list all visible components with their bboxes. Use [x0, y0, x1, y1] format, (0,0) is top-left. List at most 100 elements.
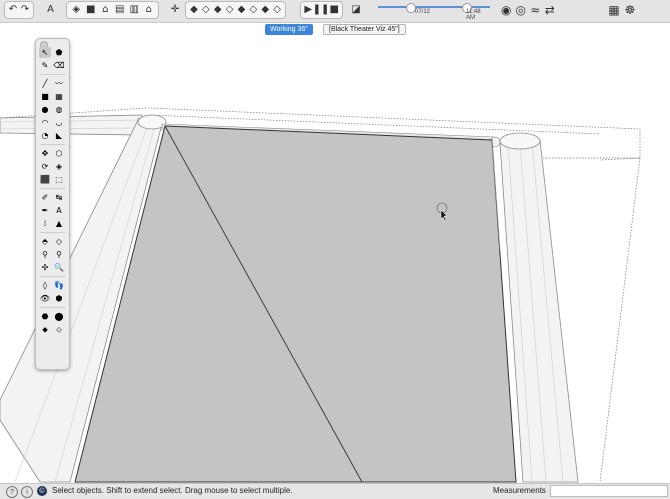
toolbar-group2-button-1[interactable]: A	[44, 3, 57, 17]
text-tool-group: A	[41, 1, 63, 19]
palette-separator	[40, 232, 65, 233]
tab-working[interactable]: Working 36"	[265, 24, 313, 35]
animation-timeline[interactable]: 07/12 11:48 AM	[378, 3, 490, 21]
toolbar-group3-button-6[interactable]: ⌂	[143, 3, 156, 17]
palette-tool-16-1[interactable]: ✣	[39, 262, 51, 273]
toolbar-group5-button-6[interactable]: ◇	[248, 3, 258, 17]
palette-tool-19-2[interactable]: ⬤	[53, 311, 65, 322]
measurements-label: Measurements	[493, 486, 546, 495]
toolbar-group9-button-1[interactable]: ▦	[607, 3, 621, 17]
palette-tool-8-1[interactable]: ✥	[39, 148, 51, 159]
timeline-track	[378, 6, 490, 8]
palette-tool-13-1[interactable]: ⁞	[39, 218, 51, 229]
info-icon[interactable]: i	[21, 486, 33, 498]
palette-separator	[40, 307, 65, 308]
palette-tool-1-2[interactable]: ⬟	[53, 47, 65, 58]
palette-tool-10-1[interactable]: ⬛	[39, 174, 51, 185]
palette-tool-18-2[interactable]: ⬢	[53, 293, 65, 304]
palette-tool-12-1[interactable]: ✒	[39, 205, 51, 216]
palette-tool-20-1[interactable]: ⬥	[39, 324, 51, 335]
toolbar-group6-button-2[interactable]: ❚❚	[313, 3, 330, 17]
palette-tool-14-2[interactable]: ◇	[53, 236, 65, 247]
toolbar-group3-button-3[interactable]: ⌂	[99, 3, 112, 17]
account-icon[interactable]: ©	[37, 486, 47, 496]
toolbar-group4-button-1[interactable]: ✛	[169, 3, 181, 17]
tool-palette: ↖ ⬟ ✎ ⌫ ╱ 〰 ■ ▦ ● ◍ ◠ ◡ ◔ ◣ ✥ ⬡ ⟳ ◈ ⬛ ⬚ ✐ ↹ ✒ A ⁞ ▲ ⬘ ◇ ⚲ ⚲ ✣ 🔍 ◊ 👣 👁 ⬢ ⬣ ⬤ ⬥ ⬦	[35, 38, 70, 370]
palette-tool-4-1[interactable]: ■	[39, 91, 51, 102]
palette-tool-11-2[interactable]: ↹	[53, 192, 65, 203]
status-bar: ? i © Select objects. Shift to extend se…	[0, 483, 670, 499]
palette-tool-1-1[interactable]: ↖	[39, 47, 51, 58]
palette-tool-20-2[interactable]: ⬦	[53, 324, 65, 335]
palette-tool-18-1[interactable]: 👁	[39, 293, 51, 304]
tab-black-theater-viz[interactable]: [Black Theater Viz 45"]	[323, 24, 406, 35]
palette-tool-13-2[interactable]: ▲	[53, 218, 65, 229]
toolbar-group6-button-1[interactable]: ▶	[304, 3, 313, 17]
palette-tool-17-2[interactable]: 👣	[53, 280, 65, 291]
palette-tool-15-1[interactable]: ⚲	[39, 249, 51, 260]
extensions-group: ▦ ☸	[604, 1, 640, 19]
animation-controls-group: ▶ ❚❚ ■	[300, 1, 343, 19]
toolbar-group5-button-7[interactable]: ◆	[260, 3, 270, 17]
palette-tool-2-1[interactable]: ✎	[39, 60, 51, 71]
toolbar-group5-button-2[interactable]: ◇	[201, 3, 211, 17]
measurements-input[interactable]	[550, 485, 668, 497]
palette-tool-9-1[interactable]: ⟳	[39, 161, 51, 172]
palette-tool-4-2[interactable]: ▦	[53, 91, 65, 102]
shadow-toggle-group: ◪	[347, 1, 365, 19]
toolbar-group3-button-1[interactable]: ◈	[70, 3, 83, 17]
toolbar-group3-button-4[interactable]: ▤	[114, 3, 127, 17]
view-tools-group: ◈ ■ ⌂ ▤ ▥ ⌂	[66, 1, 159, 19]
palette-tool-7-1[interactable]: ◔	[39, 130, 51, 141]
palette-tool-15-2[interactable]: ⚲	[53, 249, 65, 260]
palette-tool-12-2[interactable]: A	[53, 205, 65, 216]
toolbar-group3-button-2[interactable]: ■	[85, 3, 98, 17]
palette-tool-6-2[interactable]: ◡	[53, 117, 65, 128]
time-readout: 11:48 AM	[466, 9, 481, 21]
toolbar-group7-button-1[interactable]: ◪	[350, 3, 362, 17]
left-horizontal-pipe	[0, 114, 143, 136]
toolbar-group8-button-3[interactable]: ≈	[529, 3, 542, 17]
palette-tool-3-1[interactable]: ╱	[39, 78, 51, 89]
palette-tool-19-1[interactable]: ⬣	[39, 311, 51, 322]
palette-tool-8-2[interactable]: ⬡	[53, 148, 65, 159]
palette-tool-16-2[interactable]: 🔍	[53, 262, 65, 273]
palette-separator	[40, 276, 65, 277]
help-icon[interactable]: ?	[6, 486, 18, 498]
palette-tool-5-2[interactable]: ◍	[53, 104, 65, 115]
toolbar-group3-button-5[interactable]: ▥	[128, 3, 141, 17]
toolbar-group8-button-4[interactable]: ⇄	[544, 3, 557, 17]
palette-tool-5-1[interactable]: ●	[39, 104, 51, 115]
toolbar-group1-button-1[interactable]: ↶	[8, 3, 18, 17]
palette-tool-10-2[interactable]: ⬚	[53, 174, 65, 185]
toolbar-group5-button-3[interactable]: ◆	[213, 3, 223, 17]
palette-separator	[40, 188, 65, 189]
palette-tool-17-1[interactable]: ◊	[39, 280, 51, 291]
palette-tool-3-2[interactable]: 〰	[53, 78, 65, 89]
toolbar-group8-button-2[interactable]: ◎	[515, 3, 528, 17]
palette-tool-2-2[interactable]: ⌫	[53, 60, 65, 71]
palette-separator	[40, 74, 65, 75]
scene-tabs: Working 36" [Black Theater Viz 45"]	[0, 23, 670, 36]
styles-group: ◆ ◇ ◆ ◇ ◆ ◇ ◆ ◇	[185, 1, 286, 19]
palette-tool-14-1[interactable]: ⬘	[39, 236, 51, 247]
toolbar-group6-button-3[interactable]: ■	[330, 3, 339, 17]
model-viewport[interactable]	[0, 36, 670, 483]
palette-tool-9-2[interactable]: ◈	[53, 161, 65, 172]
sandbox-tools-group: ◉ ◎ ≈ ⇄	[497, 1, 559, 19]
toolbar-group1-button-2[interactable]: ↷	[20, 3, 30, 17]
palette-tool-11-1[interactable]: ✐	[39, 192, 51, 203]
toolbar-group9-button-2[interactable]: ☸	[623, 3, 637, 17]
undo-redo-group: ↶ ↷	[4, 1, 34, 19]
toolbar-group8-button-1[interactable]: ◉	[500, 3, 513, 17]
main-toolbar: ↶ ↷ A ◈ ■ ⌂ ▤ ▥ ⌂ ✛ ◆ ◇ ◆ ◇ ◆ ◇ ◆ ◇ ▶ ❚❚ ■ ◪ 07/12 11:4…	[0, 0, 670, 23]
toolbar-group5-button-5[interactable]: ◆	[237, 3, 247, 17]
toolbar-group5-button-4[interactable]: ◇	[225, 3, 235, 17]
toolbar-group5-button-8[interactable]: ◇	[272, 3, 282, 17]
status-message: Select objects. Shift to extend select. …	[52, 486, 293, 495]
axes-tool-group: ✛	[166, 1, 184, 19]
toolbar-group5-button-1[interactable]: ◆	[189, 3, 199, 17]
date-readout: 07/12	[415, 9, 431, 15]
palette-tool-6-1[interactable]: ◠	[39, 117, 51, 128]
palette-tool-7-2[interactable]: ◣	[53, 130, 65, 141]
